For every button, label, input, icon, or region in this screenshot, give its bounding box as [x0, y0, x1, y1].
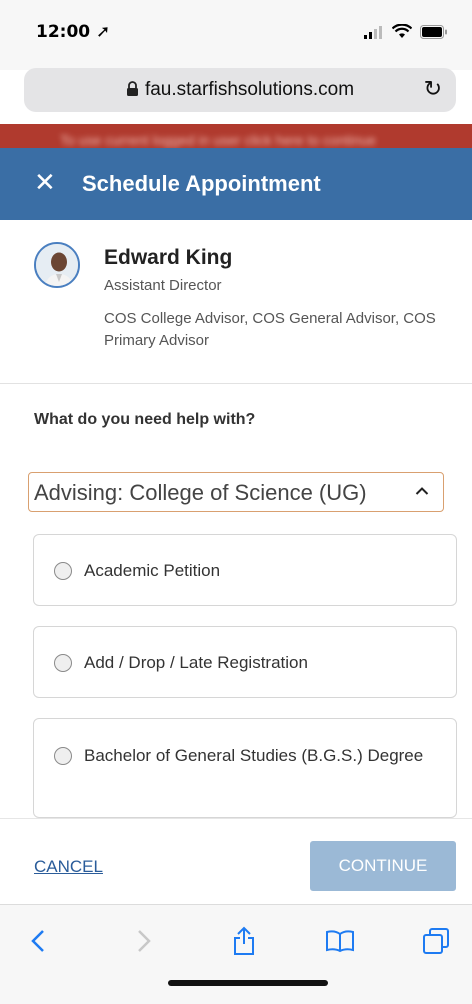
share-button[interactable]: [224, 921, 264, 961]
status-time: 12:00 ➚: [36, 22, 111, 42]
radio-add-drop[interactable]: [54, 654, 72, 672]
close-icon[interactable]: ✕: [34, 168, 56, 198]
advisor-name: Edward King: [104, 246, 233, 269]
chevron-up-icon: [415, 487, 429, 495]
radio-bgs-degree[interactable]: [54, 747, 72, 765]
lock-icon: [126, 81, 138, 96]
continue-button[interactable]: CONTINUE: [310, 841, 456, 891]
share-icon: [234, 926, 254, 955]
url-text: fau.starfishsolutions.com: [144, 79, 355, 100]
battery-icon: [420, 24, 447, 39]
advisor-title: Assistant Director: [104, 277, 222, 294]
reload-icon[interactable]: ↻: [424, 77, 442, 102]
modal-header: ✕ Schedule Appointment: [0, 148, 472, 220]
notice-banner-text: To use current logged in user click here…: [60, 132, 376, 148]
tabs-icon: [423, 928, 449, 954]
option-bgs-degree[interactable]: Bachelor of General Studies (B.G.S.) Deg…: [33, 718, 457, 818]
modal-footer: CANCEL CONTINUE: [0, 818, 472, 904]
chevron-right-icon: [138, 930, 151, 952]
radio-academic-petition[interactable]: [54, 562, 72, 580]
category-select[interactable]: Advising: College of Science (UG): [28, 472, 444, 512]
help-question-label: What do you need help with?: [34, 411, 256, 428]
forward-button[interactable]: [124, 921, 164, 961]
browser-toolbar: [0, 904, 472, 1004]
advisor-roles: COS College Advisor, COS General Advisor…: [104, 310, 436, 349]
url-bar[interactable]: fau.starfishsolutions.com ↻: [24, 68, 456, 112]
url-display[interactable]: fau.starfishsolutions.com: [24, 79, 456, 101]
option-label: Academic Petition: [84, 561, 221, 580]
avatar: [34, 242, 80, 288]
option-label: Add / Drop / Late Registration: [84, 653, 308, 672]
status-bar: 12:00 ➚: [0, 0, 472, 70]
advisor-card: Edward King Assistant Director COS Colle…: [0, 220, 472, 384]
signal-icon: [364, 25, 382, 39]
category-select-value: Advising: College of Science (UG): [34, 480, 367, 505]
cancel-button[interactable]: CANCEL: [34, 857, 103, 877]
option-academic-petition[interactable]: Academic Petition: [33, 534, 457, 606]
option-add-drop[interactable]: Add / Drop / Late Registration: [33, 626, 457, 698]
back-button[interactable]: [18, 921, 58, 961]
page-title: Schedule Appointment: [82, 171, 321, 196]
book-icon: [326, 930, 354, 953]
bookmarks-button[interactable]: [320, 921, 360, 961]
person-photo-icon: [36, 244, 78, 286]
status-icons: [364, 24, 448, 39]
home-indicator: [168, 980, 328, 986]
option-label: Bachelor of General Studies (B.G.S.) Deg…: [84, 746, 424, 765]
wifi-icon: [392, 24, 412, 38]
chevron-left-icon: [31, 930, 44, 952]
tabs-button[interactable]: [416, 921, 456, 961]
